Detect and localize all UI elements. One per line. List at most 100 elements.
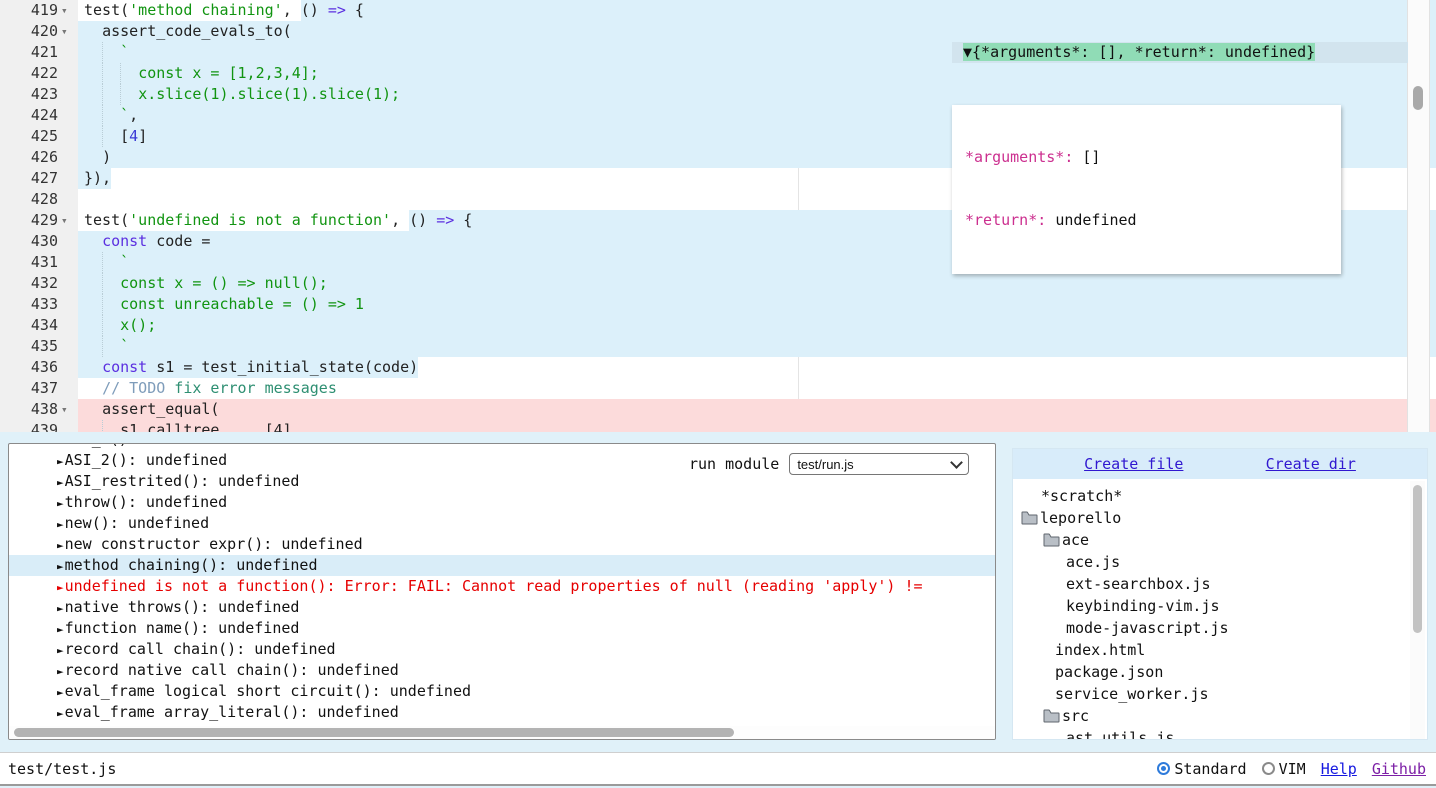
help-link[interactable]: Help <box>1321 760 1357 778</box>
gutter-line-number[interactable]: 428 <box>0 189 78 210</box>
expand-arrow-icon[interactable]: ► <box>57 455 64 468</box>
tooltip-summary[interactable]: ▼{*arguments*: [], *return*: undefined} <box>963 43 1315 61</box>
tree-file-package.json[interactable]: package.json <box>1013 661 1427 683</box>
tree-file-ace.js[interactable]: ace.js <box>1013 551 1427 573</box>
test-result-item[interactable]: ►record native call chain(): undefined <box>9 660 995 681</box>
gutter-line-number[interactable]: 427 <box>0 168 78 189</box>
tooltip-arguments-row[interactable]: *arguments*: [] <box>965 147 1341 168</box>
gutter-line-number[interactable]: 434 <box>0 315 78 336</box>
expand-arrow-icon[interactable]: ► <box>57 707 64 720</box>
code-line[interactable]: const s1 = test_initial_state(code) <box>78 357 1436 378</box>
expand-arrow-icon[interactable]: ► <box>57 444 64 447</box>
create-dir-link[interactable]: Create dir <box>1266 455 1356 473</box>
fold-marker-icon[interactable]: ▾ <box>61 21 78 42</box>
gutter-line-number[interactable]: 421 <box>0 42 78 63</box>
code-line[interactable]: s1.calltree ... [4] <box>78 420 1436 432</box>
output-panel[interactable]: ►ASI_1(): undefined ►ASI_2(): undefined►… <box>8 443 996 740</box>
editor-line[interactable]: 437 // TODO fix error messages <box>0 378 1436 399</box>
editor-line[interactable]: 435 ` <box>0 336 1436 357</box>
tree-folder-src[interactable]: src <box>1013 705 1427 727</box>
expand-arrow-icon[interactable]: ► <box>57 665 64 678</box>
gutter-line-number[interactable]: 438▾ <box>0 399 78 420</box>
expand-arrow-icon[interactable]: ► <box>57 518 64 531</box>
expand-arrow-icon[interactable]: ► <box>57 539 64 552</box>
tree-file-ext-searchbox.js[interactable]: ext-searchbox.js <box>1013 573 1427 595</box>
editor-scrollbar-thumb[interactable] <box>1413 86 1423 110</box>
gutter-line-number[interactable]: 425 <box>0 126 78 147</box>
test-result-item[interactable]: ►method chaining(): undefined <box>9 555 995 576</box>
tree-file-ast_utils.js[interactable]: ast_utils.js <box>1013 727 1427 740</box>
expand-arrow-icon[interactable]: ► <box>57 581 64 594</box>
code-line[interactable]: x(); <box>78 315 1436 336</box>
create-file-link[interactable]: Create file <box>1084 455 1183 473</box>
gutter-line-number[interactable]: 424 <box>0 105 78 126</box>
gutter-line-number[interactable]: 436 <box>0 357 78 378</box>
gutter-line-number[interactable]: 437 <box>0 378 78 399</box>
expand-arrow-icon[interactable]: ► <box>57 497 64 510</box>
tree-folder-leporello[interactable]: leporello <box>1013 507 1427 529</box>
output-scrollbar-thumb[interactable] <box>14 728 734 737</box>
gutter-line-number[interactable]: 430 <box>0 231 78 252</box>
fold-spacer <box>61 420 78 432</box>
test-result-item[interactable]: ►function name(): undefined <box>9 618 995 639</box>
radio-standard-icon[interactable] <box>1157 762 1170 775</box>
keybinding-vim-option[interactable]: VIM <box>1262 760 1306 778</box>
test-result-item[interactable]: ►eval_frame array_literal(): undefined <box>9 702 995 723</box>
test-results-list[interactable]: ►ASI_2(): undefined►ASI_restrited(): und… <box>9 450 995 723</box>
gutter-line-number[interactable]: 431 <box>0 252 78 273</box>
fold-spacer <box>61 168 78 189</box>
editor-scrollbar[interactable] <box>1407 0 1430 432</box>
gutter-line-number[interactable]: 420▾ <box>0 21 78 42</box>
expand-arrow-icon[interactable]: ► <box>57 560 64 573</box>
test-result-item[interactable]: ►new constructor expr(): undefined <box>9 534 995 555</box>
code-line[interactable]: assert_equal( <box>78 399 1436 420</box>
radio-vim-icon[interactable] <box>1262 762 1275 775</box>
gutter-line-number[interactable]: 426 <box>0 147 78 168</box>
file-tree-scrollbar[interactable] <box>1410 481 1425 739</box>
tree-file-service_worker.js[interactable]: service_worker.js <box>1013 683 1427 705</box>
test-result-item[interactable]: ►eval_frame logical short circuit(): und… <box>9 681 995 702</box>
code-editor[interactable]: 419▾test('method chaining', () => {420▾ … <box>0 0 1436 432</box>
code-line[interactable]: // TODO fix error messages <box>78 378 1436 399</box>
gutter-line-number[interactable]: 435 <box>0 336 78 357</box>
editor-line[interactable]: 439 s1.calltree ... [4] <box>0 420 1436 432</box>
tooltip-summary-row[interactable]: ▼{*arguments*: [], *return*: undefined} <box>952 42 1408 63</box>
file-tree-scrollbar-thumb[interactable] <box>1413 485 1422 633</box>
tree-folder-ace[interactable]: ace <box>1013 529 1427 551</box>
gutter-line-number[interactable]: 422 <box>0 63 78 84</box>
gutter-line-number[interactable]: 419▾ <box>0 0 78 21</box>
gutter-line-number[interactable]: 432 <box>0 273 78 294</box>
test-result-text: record call chain(): undefined <box>65 640 336 658</box>
tree-file-keybinding-vim.js[interactable]: keybinding-vim.js <box>1013 595 1427 617</box>
test-result-item[interactable]: ►native throws(): undefined <box>9 597 995 618</box>
test-result-item[interactable]: ►record call chain(): undefined <box>9 639 995 660</box>
keybinding-standard-option[interactable]: Standard <box>1157 760 1246 778</box>
tree-file-index.html[interactable]: index.html <box>1013 639 1427 661</box>
tooltip-return-row[interactable]: *return*: undefined <box>965 210 1341 231</box>
expand-arrow-icon[interactable]: ► <box>57 686 64 699</box>
editor-line[interactable]: 436 const s1 = test_initial_state(code) <box>0 357 1436 378</box>
expand-arrow-icon[interactable]: ► <box>57 602 64 615</box>
fold-marker-icon[interactable]: ▾ <box>61 0 78 21</box>
file-tree[interactable]: *scratch*leporelloaceace.jsext-searchbox… <box>1013 479 1427 740</box>
tree-file-*scratch*[interactable]: *scratch* <box>1013 485 1427 507</box>
gutter-line-number[interactable]: 429▾ <box>0 210 78 231</box>
editor-line[interactable]: 438▾ assert_equal( <box>0 399 1436 420</box>
fold-marker-icon[interactable]: ▾ <box>61 210 78 231</box>
editor-line[interactable]: 434 x(); <box>0 315 1436 336</box>
expand-arrow-icon[interactable]: ► <box>57 476 64 489</box>
tree-file-mode-javascript.js[interactable]: mode-javascript.js <box>1013 617 1427 639</box>
output-horizontal-scrollbar[interactable] <box>9 726 995 739</box>
test-result-item[interactable]: ►undefined is not a function(): Error: F… <box>9 576 995 597</box>
run-module-select[interactable]: test/run.js <box>789 453 969 475</box>
code-line[interactable]: ` <box>78 336 1436 357</box>
gutter-line-number[interactable]: 423 <box>0 84 78 105</box>
expand-arrow-icon[interactable]: ► <box>57 644 64 657</box>
github-link[interactable]: Github <box>1372 760 1426 778</box>
test-result-item[interactable]: ►throw(): undefined <box>9 492 995 513</box>
fold-marker-icon[interactable]: ▾ <box>61 399 78 420</box>
gutter-line-number[interactable]: 439 <box>0 420 78 432</box>
test-result-item[interactable]: ►new(): undefined <box>9 513 995 534</box>
gutter-line-number[interactable]: 433 <box>0 294 78 315</box>
expand-arrow-icon[interactable]: ► <box>57 623 64 636</box>
